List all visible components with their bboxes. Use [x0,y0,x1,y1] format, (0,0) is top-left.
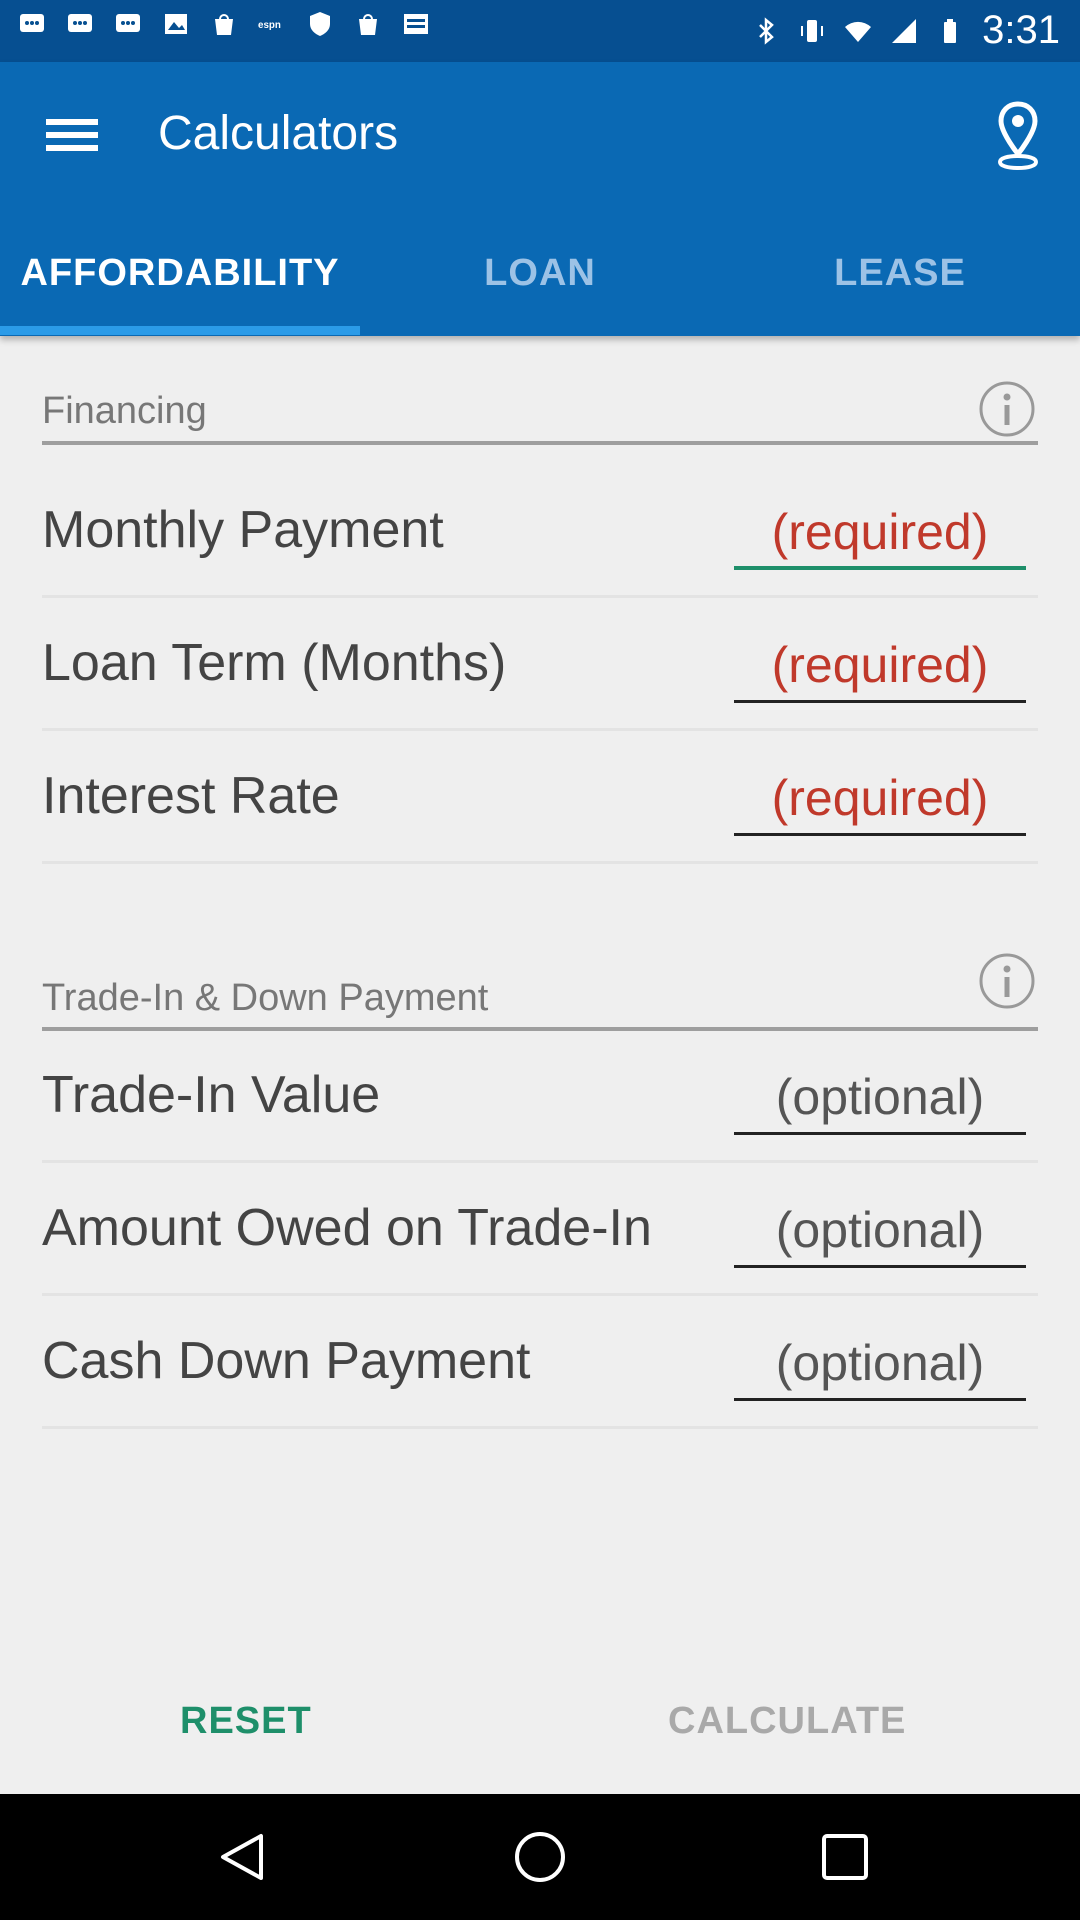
info-icon[interactable] [978,952,1036,1010]
section-divider [42,1027,1038,1031]
tab-loan[interactable]: LOAN [360,240,720,336]
input-underline [734,566,1026,570]
espn-icon: espn [258,20,281,31]
row-divider [42,1293,1038,1296]
tab-lease[interactable]: LEASE [720,240,1080,336]
location-pin-icon[interactable] [990,100,1046,174]
loan-term-placeholder: (required) [771,637,989,693]
monthly-payment-label: Monthly Payment [42,501,444,559]
back-icon[interactable] [215,1830,269,1884]
row-divider [42,1160,1038,1163]
svg-text:espn: espn [258,20,281,31]
reset-button[interactable]: RESET [180,1700,312,1743]
loan-term-input[interactable]: (required) [734,631,1026,703]
bag-icon [215,14,233,35]
tab-label: LOAN [484,252,596,294]
wifi-icon [845,21,872,42]
amount-owed-label: Amount Owed on Trade-In [42,1199,652,1257]
interest-rate-label: Interest Rate [42,767,340,825]
shield-icon [310,12,330,36]
signal-icon [892,18,917,43]
trade-in-value-placeholder: (optional) [775,1069,985,1125]
messages-icon [20,14,44,32]
input-underline [734,833,1026,836]
row-divider [42,728,1038,731]
tab-affordability[interactable]: AFFORDABILITY [0,240,360,336]
section-financing-label: Financing [42,390,207,432]
battery-icon [944,18,957,43]
status-bar: espn 3:31 [0,0,1080,62]
row-divider [42,595,1038,598]
tab-label: LEASE [834,252,966,294]
vibrate-icon [801,19,824,42]
tab-label: AFFORDABILITY [20,252,340,294]
bag-icon [359,14,377,35]
amount-owed-input[interactable]: (optional) [734,1196,1026,1268]
interest-rate-placeholder: (required) [771,770,989,826]
section-divider [42,441,1038,445]
amount-owed-placeholder: (optional) [775,1202,985,1258]
recent-apps-icon[interactable] [820,1832,870,1882]
menu-icon[interactable] [40,112,104,160]
trade-in-value-label: Trade-In Value [42,1066,381,1124]
cash-down-payment-input[interactable]: (optional) [734,1329,1026,1401]
home-icon[interactable] [513,1830,567,1884]
row-divider [42,861,1038,864]
input-underline [734,1398,1026,1401]
section-trade-in-label: Trade-In & Down Payment [42,977,489,1019]
monthly-payment-placeholder: (required) [771,504,989,560]
cash-down-payment-label: Cash Down Payment [42,1332,531,1390]
image-icon [165,14,187,34]
monthly-payment-input[interactable]: (required) [734,498,1026,570]
navigation-bar [0,1794,1080,1920]
loan-term-label: Loan Term (Months) [42,634,507,692]
bluetooth-icon [759,16,774,45]
messages-icon [116,14,140,32]
row-divider [42,1426,1038,1429]
page-title: Calculators [158,107,399,160]
interest-rate-input[interactable]: (required) [734,764,1026,836]
calculate-button[interactable]: CALCULATE [668,1700,906,1743]
status-time: 3:31 [982,8,1060,52]
tab-indicator [0,326,360,335]
messages-icon [68,14,92,32]
espn-dallas-icon [404,14,428,34]
input-underline [734,1265,1026,1268]
cash-down-payment-placeholder: (optional) [775,1335,985,1391]
info-icon[interactable] [978,380,1036,438]
trade-in-value-input[interactable]: (optional) [734,1063,1026,1135]
input-underline [734,700,1026,703]
input-underline [734,1132,1026,1135]
